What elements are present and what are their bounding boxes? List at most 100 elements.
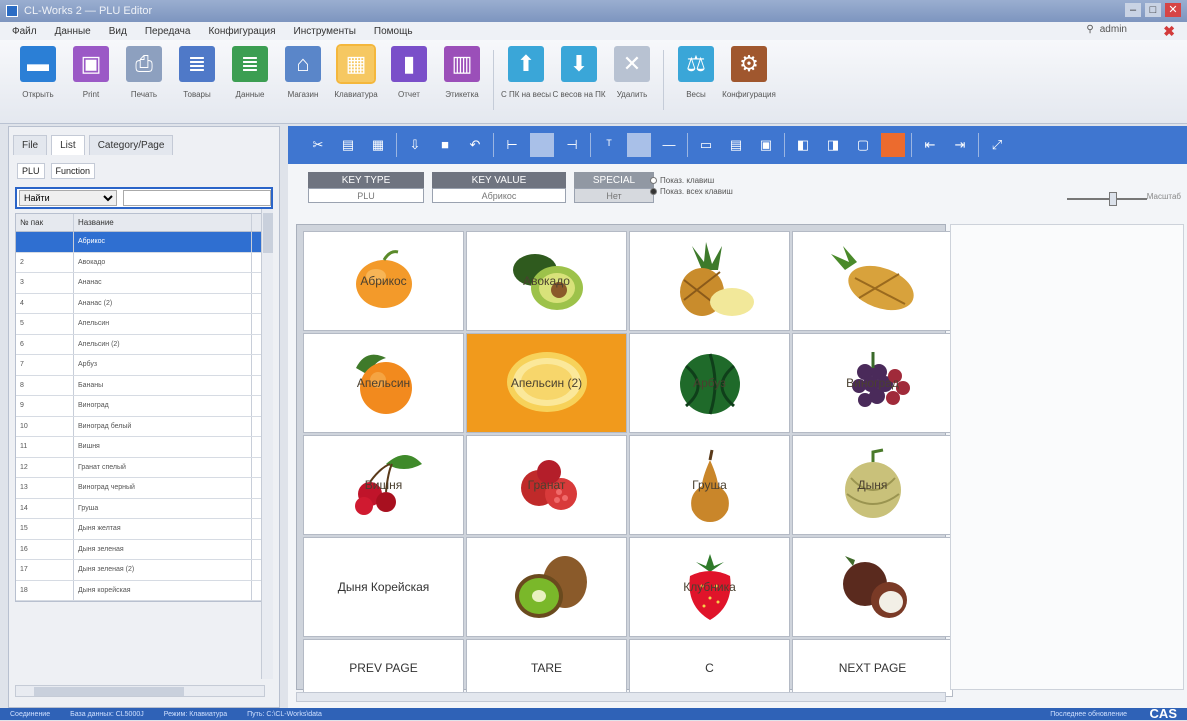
keypad-key[interactable]: Клубника — [629, 537, 790, 637]
table-icon[interactable]: ▤ — [724, 133, 748, 157]
keypad-key[interactable]: Гранат — [466, 435, 627, 535]
ribbon-button-4[interactable]: ≣ Данные — [226, 46, 274, 99]
table-row[interactable]: 12 Гранат спелый — [16, 457, 272, 478]
ribbon-button-8[interactable]: ▥ Этикетка — [438, 46, 486, 99]
image-icon[interactable]: ▭ — [694, 133, 718, 157]
keypad-key[interactable]: Абрикос — [303, 231, 464, 331]
vertical-scrollbar[interactable] — [261, 209, 273, 679]
keypad-key[interactable]: C — [629, 639, 790, 697]
delete-icon[interactable]: ■ — [433, 133, 457, 157]
paste-icon[interactable]: ▦ — [366, 133, 390, 157]
maximize-button[interactable]: □ — [1145, 3, 1161, 17]
text-size-icon[interactable]: ᵀ — [597, 133, 621, 157]
ribbon-button-12[interactable]: ⚖ Весы — [672, 46, 720, 99]
ribbon-button-5[interactable]: ⌂ Магазин — [279, 46, 327, 99]
keypad-key[interactable]: Груша — [629, 435, 790, 535]
keypad-key[interactable] — [466, 537, 627, 637]
table-row[interactable]: 6 Апельсин (2) — [16, 334, 272, 355]
keypad-key[interactable] — [792, 537, 953, 637]
user-name[interactable]: admin — [1100, 24, 1127, 35]
menu-configuration[interactable]: Конфигурация — [208, 26, 275, 37]
tab-file[interactable]: File — [13, 135, 48, 155]
first-page-icon[interactable]: ⇤ — [918, 133, 942, 157]
keypad-key[interactable]: Авокадо — [466, 231, 627, 331]
subtab-function[interactable]: Function — [50, 163, 96, 179]
special-value[interactable]: Нет — [574, 188, 654, 203]
keypad-key[interactable] — [629, 231, 790, 331]
column-header-name[interactable]: Название — [74, 214, 252, 231]
filter-input[interactable] — [123, 190, 271, 206]
align-right-icon[interactable]: ⊣ — [560, 133, 584, 157]
menu-view[interactable]: Вид — [109, 26, 127, 37]
table-row[interactable]: 10 Виноград белый — [16, 416, 272, 437]
keypad-key[interactable]: Апельсин — [303, 333, 464, 433]
subtab-plu[interactable]: PLU — [17, 163, 45, 179]
save-icon[interactable]: ▣ — [754, 133, 778, 157]
line-icon[interactable]: — — [657, 133, 681, 157]
keypad-key[interactable]: TARE — [466, 639, 627, 697]
left-icon[interactable]: ◧ — [791, 133, 815, 157]
table-row[interactable]: Абрикос — [16, 232, 272, 253]
keypad-key[interactable]: Арбуз — [629, 333, 790, 433]
last-page-icon[interactable]: ⇥ — [948, 133, 972, 157]
color-white-icon[interactable]: ▢ — [851, 133, 875, 157]
ribbon-button-11[interactable]: ✕ Удалить — [608, 46, 656, 99]
color-orange-icon[interactable] — [881, 133, 905, 157]
copy-icon[interactable]: ▤ — [336, 133, 360, 157]
tab-category-page[interactable]: Category/Page — [88, 135, 174, 155]
table-row[interactable]: 5 Апельсин — [16, 314, 272, 335]
table-row[interactable]: 14 Груша — [16, 498, 272, 519]
keypad-key[interactable]: Вишня — [303, 435, 464, 535]
keypad-scrollbar[interactable] — [296, 692, 946, 702]
undo-icon[interactable]: ↶ — [463, 133, 487, 157]
keypad-key[interactable]: PREV PAGE — [303, 639, 464, 697]
table-row[interactable]: 11 Вишня — [16, 437, 272, 458]
close-document-icon[interactable]: ✖ — [1163, 23, 1175, 40]
menu-tools[interactable]: Инструменты — [294, 26, 356, 37]
table-row[interactable]: 16 Дыня зеленая — [16, 539, 272, 560]
ribbon-button-6[interactable]: ▦ Клавиатура — [332, 44, 380, 99]
keypad-key[interactable]: Дыня — [792, 435, 953, 535]
cut-icon[interactable]: ✂ — [306, 133, 330, 157]
ribbon-button-0[interactable]: ▬ Открыть — [14, 46, 62, 99]
keypad-key[interactable]: Виноград — [792, 333, 953, 433]
ribbon-button-9[interactable]: ⬆ С ПК на весы — [501, 46, 551, 99]
key-value-value[interactable]: Абрикос — [432, 188, 566, 203]
table-row[interactable]: 15 Дыня желтая — [16, 519, 272, 540]
keypad-key[interactable] — [792, 231, 953, 331]
menu-data[interactable]: Данные — [55, 26, 91, 37]
zoom-slider[interactable] — [1067, 192, 1147, 206]
ribbon-button-13[interactable]: ⚙ Конфигурация — [722, 46, 776, 99]
radio-show-all-keys[interactable]: Показ. всех клавиш — [650, 187, 733, 196]
ribbon-button-1[interactable]: ▣ Print — [67, 46, 115, 99]
table-row[interactable]: 4 Ананас (2) — [16, 293, 272, 314]
align-center-icon[interactable] — [530, 133, 554, 157]
ribbon-button-10[interactable]: ⬇ С весов на ПК — [552, 46, 606, 99]
ribbon-button-2[interactable]: ⎙ Печать — [120, 46, 168, 99]
keypad-key[interactable]: Дыня Корейская — [303, 537, 464, 637]
table-row[interactable]: 13 Виноград черный — [16, 478, 272, 499]
ribbon-button-7[interactable]: ▮ Отчет — [385, 46, 433, 99]
keypad-key[interactable]: NEXT PAGE — [792, 639, 953, 697]
radio-show-keys[interactable]: Показ. клавиш — [650, 176, 733, 185]
column-header-number[interactable]: № пак — [16, 214, 74, 231]
table-row[interactable]: 7 Арбуз — [16, 355, 272, 376]
menu-transfer[interactable]: Передача — [145, 26, 191, 37]
keypad-key[interactable]: Апельсин (2) — [466, 333, 627, 433]
right-icon[interactable]: ◨ — [821, 133, 845, 157]
fullscreen-icon[interactable]: ⤢ — [985, 133, 1009, 157]
ribbon-button-3[interactable]: ≣ Товары — [173, 46, 221, 99]
close-window-button[interactable]: ✕ — [1165, 3, 1181, 17]
table-row[interactable]: 18 Дыня корейская — [16, 580, 272, 601]
filter-field-select[interactable]: Найти — [19, 190, 118, 206]
menu-file[interactable]: Файл — [12, 26, 37, 37]
minimize-button[interactable]: – — [1125, 3, 1141, 17]
table-row[interactable]: 2 Авокадо — [16, 252, 272, 273]
table-row[interactable]: 3 Ананас — [16, 273, 272, 294]
menu-help[interactable]: Помощь — [374, 26, 413, 37]
table-row[interactable]: 17 Дыня зеленая (2) — [16, 560, 272, 581]
table-row[interactable]: 9 Виноград — [16, 396, 272, 417]
import-icon[interactable]: ⇩ — [403, 133, 427, 157]
horizontal-scrollbar[interactable] — [15, 685, 265, 697]
text-color-icon[interactable] — [627, 133, 651, 157]
